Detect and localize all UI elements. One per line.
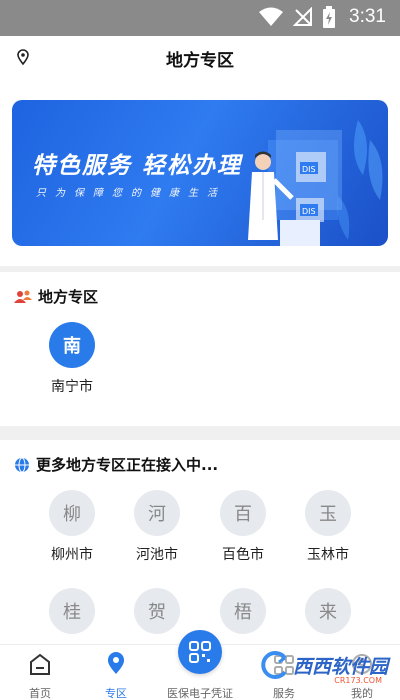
city-nanning[interactable]: 南 南宁市 xyxy=(32,322,112,396)
nav-home[interactable]: 首页 xyxy=(0,645,80,700)
city-initial: 来 xyxy=(305,588,351,634)
city-gui[interactable]: 桂 xyxy=(32,588,112,634)
svg-text:DIS: DIS xyxy=(302,165,316,174)
more-zones-card: 更多地方专区正在接入中... 柳 柳州市 河 河池市 百 百色市 玉 玉林市 桂… xyxy=(0,440,400,650)
city-name: 河池市 xyxy=(136,547,178,563)
city-initial: 桂 xyxy=(49,588,95,634)
city-hechi[interactable]: 河 河池市 xyxy=(117,490,197,564)
city-name: 柳州市 xyxy=(51,547,93,563)
city-liuzhou[interactable]: 柳 柳州市 xyxy=(32,490,112,564)
globe-icon xyxy=(15,457,29,472)
qr-code-icon xyxy=(189,641,211,663)
watermark-logo-icon xyxy=(261,651,287,679)
location-icon xyxy=(108,652,124,674)
city-initial: 贺 xyxy=(134,588,180,634)
page-title: 地方专区 xyxy=(166,51,234,71)
city-name: 南宁市 xyxy=(51,379,93,395)
watermark-url: CR173.COM xyxy=(334,676,382,685)
nav-label: 我的 xyxy=(351,687,373,700)
signal-off-icon xyxy=(293,7,313,26)
nav-label: 服务 xyxy=(273,687,295,700)
nav-zone[interactable]: 专区 xyxy=(76,645,156,700)
city-name: 百色市 xyxy=(222,547,264,563)
app-header: 地方专区 xyxy=(0,36,400,80)
city-wu[interactable]: 梧 xyxy=(203,588,283,634)
local-zone-header: 地方专区 xyxy=(14,286,98,307)
local-zone-card: 地方专区 南 南宁市 xyxy=(0,272,400,426)
city-initial: 百 xyxy=(220,490,266,536)
status-time: 3:31 xyxy=(349,6,386,27)
banner-subtitle: 只为保障您的健康生活 xyxy=(36,188,226,199)
people-icon xyxy=(14,290,32,303)
city-yulin[interactable]: 玉 玉林市 xyxy=(288,490,368,564)
city-name: 玉林市 xyxy=(307,547,349,563)
svg-text:DIS: DIS xyxy=(302,207,316,216)
home-icon xyxy=(30,653,50,675)
city-baise[interactable]: 百 百色市 xyxy=(203,490,283,564)
watermark-text: 西西软件园 xyxy=(292,655,388,678)
nav-label: 医保电子凭证 xyxy=(167,687,233,700)
site-watermark: 西西软件园 CR173.COM xyxy=(254,648,392,685)
city-initial: 梧 xyxy=(220,588,266,634)
more-zones-title: 更多地方专区正在接入中... xyxy=(36,456,219,474)
city-initial: 柳 xyxy=(49,490,95,536)
e-voucher-button[interactable] xyxy=(178,630,222,674)
city-lai[interactable]: 来 xyxy=(288,588,368,634)
banner-headline: 特色服务 轻松办理 xyxy=(32,153,243,179)
battery-charging-icon xyxy=(323,6,336,28)
promo-banner[interactable]: DIS DIS 特色服务 轻松办理 只为保障您的健康生活 xyxy=(12,100,388,246)
more-zones-header: 更多地方专区正在接入中... xyxy=(14,454,218,475)
nav-label: 专区 xyxy=(105,687,127,700)
city-initial: 河 xyxy=(134,490,180,536)
city-he[interactable]: 贺 xyxy=(117,588,197,634)
city-initial: 南 xyxy=(49,322,95,368)
city-initial: 玉 xyxy=(305,490,351,536)
nav-label: 首页 xyxy=(29,687,51,700)
local-zone-title: 地方专区 xyxy=(38,288,99,306)
wifi-icon xyxy=(259,7,284,26)
status-bar: 3:31 xyxy=(0,0,400,36)
